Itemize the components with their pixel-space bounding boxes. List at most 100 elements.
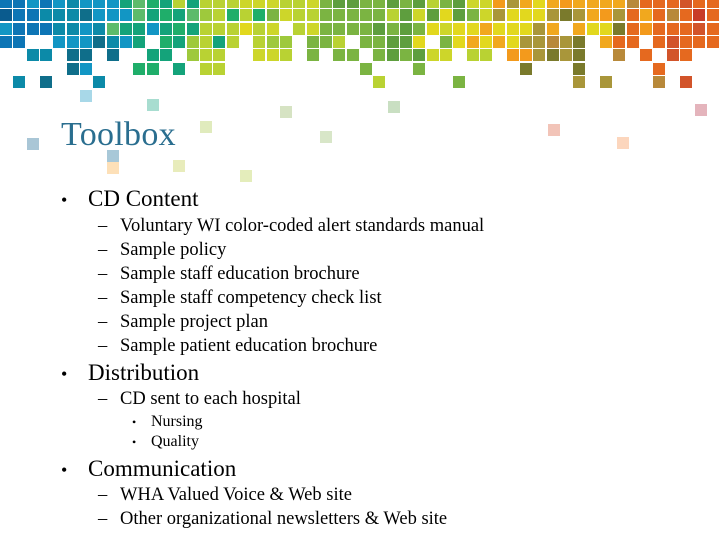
mosaic-tile — [533, 9, 546, 22]
mosaic-tile — [133, 22, 146, 35]
mosaic-tile — [266, 22, 279, 35]
faded-mosaic-tile — [80, 90, 92, 102]
mosaic-tile — [226, 9, 239, 22]
mosaic-tile — [573, 9, 586, 22]
mosaic-tile — [346, 22, 359, 35]
mosaic-tile — [106, 22, 119, 35]
mosaic-tile — [400, 49, 412, 62]
list-item: – Sample project plan — [98, 312, 268, 333]
mosaic-tile — [706, 0, 719, 8]
mosaic-tile — [693, 0, 706, 8]
bullet-dash-icon: – — [98, 216, 108, 236]
mosaic-tile — [13, 0, 26, 8]
sub-list-item: • Nursing — [132, 413, 203, 431]
mosaic-tile — [306, 49, 319, 62]
mosaic-tile — [253, 9, 266, 22]
mosaic-tile — [146, 9, 159, 22]
mosaic-tile — [653, 0, 666, 8]
mosaic-tile — [146, 0, 159, 8]
mosaic-tile — [506, 0, 519, 8]
bullet-dash-icon: – — [98, 240, 108, 260]
faded-mosaic-tile — [27, 138, 39, 150]
mosaic-tile — [693, 36, 706, 49]
mosaic-tile — [573, 76, 586, 89]
list-item: – Sample policy — [98, 240, 226, 261]
mosaic-tile — [680, 76, 692, 89]
sub-list-item-label: Quality — [151, 433, 199, 450]
mosaic-tile — [173, 0, 186, 8]
mosaic-tile — [533, 49, 546, 62]
mosaic-tile — [160, 36, 172, 49]
mosaic-tile — [386, 22, 399, 35]
mosaic-tile — [0, 22, 12, 35]
mosaic-tile — [493, 22, 506, 35]
mosaic-tile — [93, 22, 106, 35]
mosaic-tile — [133, 36, 146, 49]
mosaic-tile — [360, 22, 372, 35]
mosaic-tile — [653, 22, 666, 35]
bullet-dot-icon: • — [61, 460, 68, 480]
mosaic-tile — [413, 9, 426, 22]
list-item-label: Sample policy — [120, 240, 227, 260]
mosaic-tile — [293, 9, 306, 22]
mosaic-tile — [560, 49, 572, 62]
mosaic-tile — [53, 9, 66, 22]
mosaic-tile — [133, 0, 146, 8]
mosaic-tile — [53, 0, 66, 8]
mosaic-tile — [146, 62, 159, 75]
mosaic-tile — [600, 0, 612, 8]
bullet-dash-icon: – — [98, 312, 108, 332]
mosaic-tile — [480, 9, 492, 22]
section-label: CD Content — [88, 186, 199, 211]
mosaic-tile — [160, 22, 172, 35]
mosaic-tile — [346, 0, 359, 8]
mosaic-tile — [253, 0, 266, 8]
mosaic-tile — [640, 9, 652, 22]
mosaic-tile — [280, 9, 292, 22]
mosaic-tile — [466, 49, 479, 62]
bullet-dash-icon: – — [98, 485, 108, 505]
mosaic-tile — [53, 36, 66, 49]
list-item-label: Other organizational newsletters & Web s… — [120, 509, 448, 529]
mosaic-tile — [453, 0, 466, 8]
mosaic-tile — [306, 9, 319, 22]
bullet-dot-small-icon: • — [132, 415, 137, 429]
bullet-dot-small-icon: • — [132, 435, 137, 449]
mosaic-tile — [333, 22, 346, 35]
mosaic-tile — [546, 36, 559, 49]
mosaic-tile — [386, 49, 399, 62]
mosaic-tile — [400, 0, 412, 8]
list-item: – WHA Valued Voice & Web site — [98, 485, 352, 506]
mosaic-tile — [53, 22, 66, 35]
mosaic-tile — [466, 9, 479, 22]
mosaic-tile — [80, 22, 92, 35]
mosaic-tile — [426, 22, 439, 35]
mosaic-tile — [506, 49, 519, 62]
list-item: – CD sent to each hospital — [98, 389, 301, 410]
mosaic-tile — [226, 36, 239, 49]
mosaic-tile — [373, 76, 386, 89]
mosaic-tile — [680, 0, 692, 8]
mosaic-tile — [600, 76, 612, 89]
mosaic-tile — [693, 9, 706, 22]
mosaic-tile — [453, 22, 466, 35]
section-distribution: • Distribution — [61, 360, 199, 386]
mosaic-tile — [680, 49, 692, 62]
mosaic-tile — [466, 0, 479, 8]
mosaic-tile — [653, 76, 666, 89]
mosaic-tile — [440, 49, 452, 62]
mosaic-tile — [280, 0, 292, 8]
section-label: Distribution — [88, 360, 200, 385]
mosaic-tile — [213, 9, 226, 22]
mosaic-tile — [320, 9, 332, 22]
mosaic-tile — [40, 9, 52, 22]
mosaic-tile — [600, 36, 612, 49]
mosaic-tile — [466, 36, 479, 49]
mosaic-tile — [400, 9, 412, 22]
mosaic-tile — [320, 0, 332, 8]
mosaic-tile — [266, 0, 279, 8]
mosaic-tile — [106, 49, 119, 62]
mosaic-tile — [626, 22, 639, 35]
mosaic-tile — [613, 0, 626, 8]
mosaic-tile — [480, 22, 492, 35]
